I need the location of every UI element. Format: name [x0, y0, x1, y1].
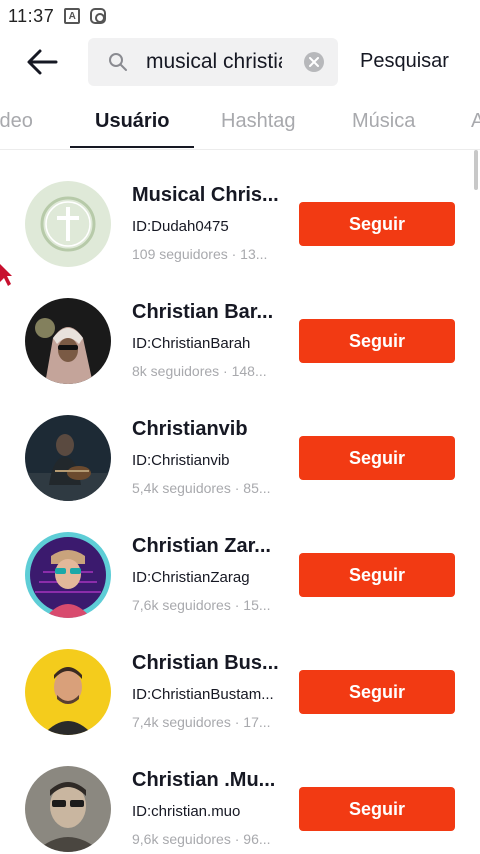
- user-row[interactable]: Christian .Mu... ID:christian.muo 9,6k s…: [0, 735, 480, 852]
- search-header: musical christia Pesquisar: [0, 36, 480, 88]
- user-name: Christian .Mu...: [132, 769, 276, 791]
- user-name: Christian Zar...: [132, 535, 271, 557]
- follow-button[interactable]: Seguir: [299, 436, 455, 480]
- user-row[interactable]: Musical Chris... ID:Dudah0475 109 seguid…: [0, 150, 480, 267]
- tab-video[interactable]: ídeo: [0, 110, 33, 133]
- user-meta: 9,6k seguidores · 96...: [132, 831, 271, 847]
- tab-music[interactable]: Música: [352, 110, 415, 133]
- tab-users[interactable]: Usuário: [95, 110, 169, 133]
- follow-button[interactable]: Seguir: [299, 670, 455, 714]
- user-name: Musical Chris...: [132, 184, 279, 206]
- tab-overflow[interactable]: A: [471, 110, 480, 133]
- status-bar: 11:37 A: [0, 0, 480, 32]
- user-row[interactable]: Christian Zar... ID:ChristianZarag 7,6k …: [0, 501, 480, 618]
- search-tabs: ídeo Usuário Hashtag Música A: [0, 96, 480, 150]
- search-submit-button[interactable]: Pesquisar: [360, 50, 449, 73]
- user-name: Christianvib: [132, 418, 248, 440]
- user-id: ID:ChristianZarag: [132, 569, 250, 586]
- mouse-cursor-icon: [0, 264, 12, 286]
- follow-button[interactable]: Seguir: [299, 319, 455, 363]
- user-id: ID:christian.muo: [132, 803, 241, 820]
- user-row[interactable]: Christian Bar... ID:ChristianBarah 8k se…: [0, 267, 480, 384]
- sunglasses-selfie-avatar[interactable]: [25, 766, 111, 852]
- neon-sunglasses-avatar[interactable]: [25, 532, 111, 618]
- user-id: ID:Christianvib: [132, 452, 230, 469]
- yellow-bg-man-avatar[interactable]: [25, 649, 111, 735]
- user-meta: 7,6k seguidores · 15...: [132, 597, 271, 613]
- user-id: ID:ChristianBustam...: [132, 686, 274, 703]
- clear-icon: [309, 57, 319, 67]
- follow-button[interactable]: Seguir: [299, 202, 455, 246]
- clear-search-button[interactable]: [304, 52, 324, 72]
- user-meta: 109 seguidores · 13...: [132, 246, 268, 262]
- user-meta: 8k seguidores · 148...: [132, 363, 267, 379]
- back-arrow-icon: [27, 49, 58, 75]
- follow-button[interactable]: Seguir: [299, 787, 455, 831]
- a-notification-icon: A: [64, 8, 81, 24]
- keffiyeh-avatar[interactable]: [25, 298, 111, 384]
- user-id: ID:ChristianBarah: [132, 335, 251, 352]
- status-time: 11:37: [8, 5, 55, 26]
- instagram-notification-icon: [90, 8, 107, 24]
- user-name: Christian Bus...: [132, 652, 279, 674]
- guitar-night-avatar[interactable]: [25, 415, 111, 501]
- user-row[interactable]: Christian Bus... ID:ChristianBustam... 7…: [0, 618, 480, 735]
- user-results-list: Musical Chris... ID:Dudah0475 109 seguid…: [0, 150, 480, 854]
- search-box[interactable]: musical christia: [88, 38, 338, 86]
- user-meta: 7,4k seguidores · 17...: [132, 714, 271, 730]
- user-row[interactable]: Christianvib ID:Christianvib 5,4k seguid…: [0, 384, 480, 501]
- follow-button[interactable]: Seguir: [299, 553, 455, 597]
- search-input[interactable]: musical christia: [146, 50, 282, 74]
- active-tab-indicator: [70, 146, 194, 148]
- user-id: ID:Dudah0475: [132, 218, 229, 235]
- user-name: Christian Bar...: [132, 301, 274, 323]
- search-icon: [109, 53, 127, 71]
- back-button[interactable]: [22, 44, 62, 80]
- tab-hashtag[interactable]: Hashtag: [221, 110, 296, 133]
- user-meta: 5,4k seguidores · 85...: [132, 480, 271, 496]
- cross-wreath-avatar[interactable]: [25, 181, 111, 267]
